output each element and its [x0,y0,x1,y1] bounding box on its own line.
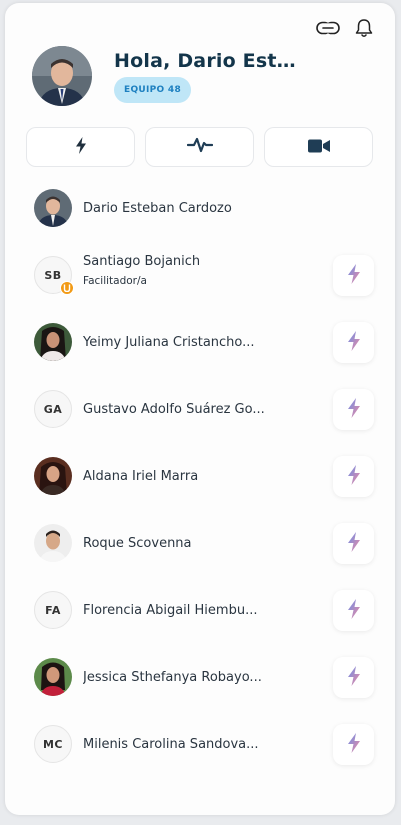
zap-button[interactable] [333,590,374,631]
list-item[interactable]: Aldana Iriel Marra [5,451,395,518]
member-role: Facilitador/a [83,275,147,287]
member-name: Aldana Iriel Marra [83,469,199,484]
zap-button[interactable] [333,523,374,564]
avatar: SB [34,256,74,295]
activity-button[interactable] [145,127,254,167]
action-buttons [26,127,373,167]
member-name: Yeimy Juliana Cristancho... [83,335,255,350]
list-item[interactable]: Jessica Sthefanya Robayo... [5,652,395,719]
avatar [34,189,72,227]
lightning-icon [347,397,361,422]
list-item[interactable]: GA Gustavo Adolfo Suárez Go... [5,384,395,451]
video-camera-icon [307,138,330,157]
lightning-button[interactable] [26,127,135,167]
member-name: Dario Esteban Cardozo [83,201,232,216]
list-item[interactable]: SB Santiago Bojanich Facilitador/a [5,250,395,317]
lightning-icon [347,665,361,690]
member-name: Florencia Abigail Hiembu... [83,603,258,618]
list-item[interactable]: FA Florencia Abigail Hiembu... [5,585,395,652]
avatar [34,524,72,562]
lightning-icon [347,263,361,288]
avatar: MC [34,725,72,763]
facilitator-badge-icon [60,281,74,295]
zap-button[interactable] [333,657,374,698]
lightning-icon [347,464,361,489]
greeting-title: Hola, Dario Este... [114,49,296,72]
list-item[interactable]: MC Milenis Carolina Sandova... [5,719,395,786]
member-list: Dario Esteban Cardozo SB Santiago Bojani… [5,183,395,786]
top-icons [316,16,376,40]
bell-icon[interactable] [352,16,376,40]
avatar-initials: FA [45,603,61,617]
zap-button[interactable] [333,255,374,296]
video-call-button[interactable] [264,127,373,167]
avatar-initials: SB [44,268,62,282]
lightning-icon [75,136,87,158]
team-badge[interactable]: EQUIPO 48 [114,76,192,103]
activity-icon [186,137,213,157]
user-avatar[interactable] [32,46,92,106]
lightning-icon [347,598,361,623]
avatar [34,658,72,696]
member-name: Roque Scovenna [83,536,192,551]
member-name: Jessica Sthefanya Robayo... [83,670,262,685]
lightning-icon [347,330,361,355]
avatar [34,323,72,361]
greeting-block: Hola, Dario Este... EQUIPO 48 [114,50,296,103]
avatar [34,457,72,495]
zap-button[interactable] [333,322,374,363]
list-item[interactable]: Dario Esteban Cardozo [5,183,395,250]
team-panel: Hola, Dario Este... EQUIPO 48 Dario Este… [5,3,395,815]
lightning-icon [347,531,361,556]
avatar-initials: GA [43,402,63,416]
link-icon[interactable] [316,16,340,40]
lightning-icon [347,732,361,757]
zap-button[interactable] [333,724,374,765]
member-name: Gustavo Adolfo Suárez Go... [83,402,265,417]
member-name: Santiago Bojanich [83,254,201,269]
list-item[interactable]: Yeimy Juliana Cristancho... [5,317,395,384]
avatar: FA [34,591,72,629]
list-item[interactable]: Roque Scovenna [5,518,395,585]
zap-button[interactable] [333,389,374,430]
avatar: GA [34,390,72,428]
profile-header: Hola, Dario Este... EQUIPO 48 [32,46,296,106]
zap-button[interactable] [333,456,374,497]
avatar-initials: MC [42,737,64,751]
member-name: Milenis Carolina Sandova... [83,737,259,752]
